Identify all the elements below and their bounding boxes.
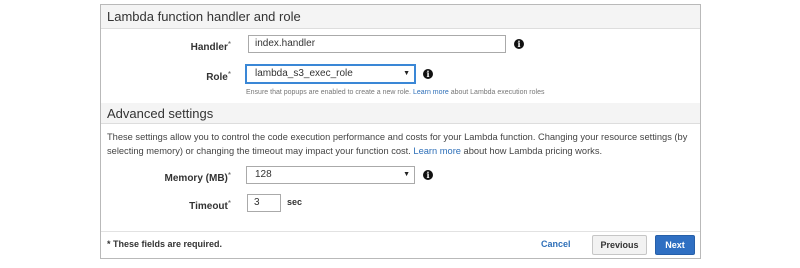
role-hint: Ensure that popups are enabled to create… [246, 89, 545, 96]
role-learn-more-link[interactable]: Learn more [413, 89, 449, 96]
memory-info-icon[interactable]: i [423, 170, 433, 180]
footer-divider [101, 231, 700, 232]
pricing-learn-more-link[interactable]: Learn more [413, 146, 461, 156]
timeout-label: Timeout* [189, 199, 231, 212]
handler-label: Handler* [190, 40, 231, 53]
section-title-advanced: Advanced settings [107, 106, 214, 121]
role-select[interactable]: lambda_s3_exec_role ▼ [246, 65, 415, 83]
timeout-unit: sec [287, 197, 303, 207]
required-fields-note: * These fields are required. [107, 239, 223, 249]
timeout-input[interactable]: 3 [247, 194, 281, 212]
memory-label: Memory (MB)* [164, 171, 231, 184]
memory-select-value: 128 [255, 169, 272, 180]
lambda-config-panel: Lambda function handler and role Handler… [100, 4, 701, 259]
role-select-value: lambda_s3_exec_role [255, 68, 353, 79]
advanced-description: These settings allow you to control the … [107, 132, 688, 156]
section-header-handler-role: Lambda function handler and role [101, 5, 700, 29]
role-info-icon[interactable]: i [423, 69, 433, 79]
chevron-down-icon: ▼ [403, 70, 410, 77]
chevron-down-icon: ▼ [403, 171, 410, 178]
previous-button[interactable]: Previous [592, 235, 647, 255]
section-title-handler-role: Lambda function handler and role [107, 9, 301, 24]
cancel-button[interactable]: Cancel [541, 239, 571, 249]
section-header-advanced: Advanced settings [101, 103, 700, 124]
handler-info-icon[interactable]: i [514, 39, 524, 49]
handler-input[interactable]: index.handler [248, 35, 506, 53]
next-button[interactable]: Next [655, 235, 695, 255]
role-label: Role* [206, 70, 231, 83]
memory-select[interactable]: 128 ▼ [246, 166, 415, 184]
